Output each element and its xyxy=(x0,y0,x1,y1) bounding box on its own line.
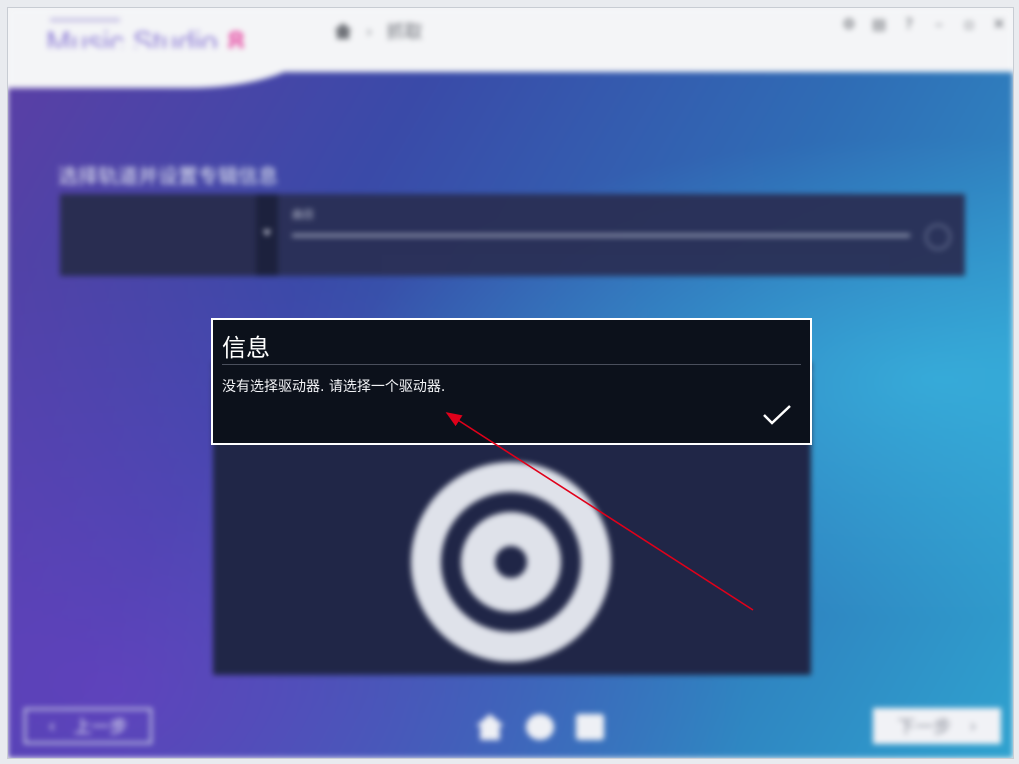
bottom-toolbar xyxy=(476,714,604,740)
settings-icon[interactable]: ⚙ xyxy=(841,16,857,32)
cd-disc-icon xyxy=(411,462,611,662)
next-step-button[interactable]: 下一步 › xyxy=(873,708,1001,744)
help-icon[interactable]: ? xyxy=(901,16,917,32)
help-icon[interactable] xyxy=(526,714,554,740)
caret-down-icon xyxy=(263,230,271,236)
track-panel-left xyxy=(60,194,256,276)
close-icon[interactable]: ✕ xyxy=(991,16,1007,32)
track-progress-line[interactable] xyxy=(292,234,910,237)
minimize-icon[interactable]: – xyxy=(931,16,947,32)
info-dialog: 信息 没有选择驱动器. 请选择一个驱动器. xyxy=(211,318,812,445)
notes-icon[interactable]: ▤ xyxy=(871,16,887,32)
breadcrumb: › 抓取 xyxy=(334,18,422,44)
dialog-divider xyxy=(222,364,801,365)
checkmark-icon xyxy=(763,405,791,425)
section-title: 选择轨道并设置专辑信息 xyxy=(58,164,278,188)
window-controls: ⚙ ▤ ? – ▫ ✕ xyxy=(841,16,1007,32)
home-icon[interactable] xyxy=(334,23,352,39)
track-slider-bar: 曲目 xyxy=(60,194,965,276)
collapse-handle[interactable] xyxy=(256,194,278,276)
track-label: 曲目 xyxy=(292,208,314,221)
breadcrumb-current: 抓取 xyxy=(386,22,423,43)
track-knob[interactable] xyxy=(925,224,951,250)
dialog-title: 信息 xyxy=(222,334,270,362)
brand-small-text xyxy=(50,18,120,22)
next-step-label: 下一步 xyxy=(897,717,952,738)
restore-icon[interactable]: ▫ xyxy=(961,16,977,32)
home-icon[interactable] xyxy=(476,714,504,740)
prev-step-label: 上一步 xyxy=(73,717,128,738)
message-icon[interactable] xyxy=(576,714,604,740)
chevron-right-icon: › xyxy=(366,21,373,41)
dialog-message: 没有选择驱动器. 请选择一个驱动器. xyxy=(222,379,446,395)
confirm-button[interactable] xyxy=(760,401,794,429)
prev-step-button[interactable]: ‹ 上一步 xyxy=(24,708,152,744)
chevron-right-icon: › xyxy=(969,715,977,737)
chevron-left-icon: ‹ xyxy=(48,715,56,737)
